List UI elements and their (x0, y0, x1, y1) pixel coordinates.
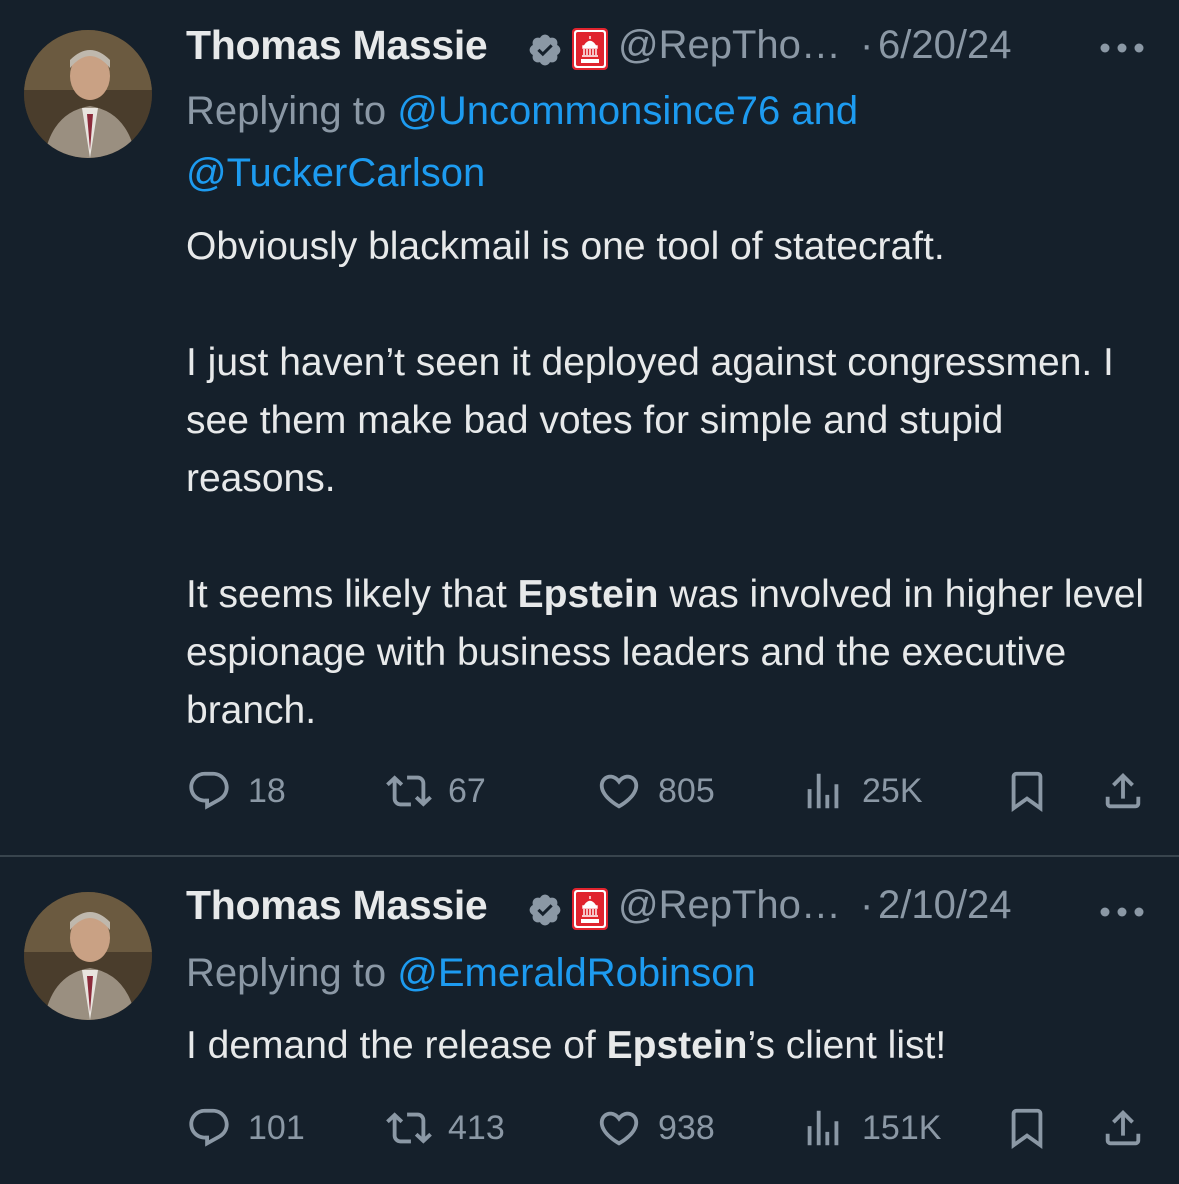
avatar-portrait-image (24, 30, 152, 158)
tweet-paragraph-2: I just haven’t seen it deployed against … (186, 341, 1114, 500)
author-handle[interactable]: @RepTho… (618, 23, 841, 68)
replying-to: Replying to @EmeraldRobinson (186, 942, 1146, 1004)
views-bars-icon (807, 1110, 839, 1146)
reply-bubble-icon (189, 771, 229, 810)
heart-icon (599, 774, 639, 809)
separator-dot: · (860, 23, 874, 67)
repost-button[interactable]: 67 (386, 766, 486, 816)
bookmark-button[interactable] (1004, 766, 1050, 816)
tweet-date[interactable]: 2/10/24 (878, 883, 1011, 928)
like-count: 938 (658, 1108, 715, 1147)
views-button[interactable]: 151K (800, 1103, 941, 1153)
bookmark-button[interactable] (1004, 1103, 1050, 1153)
avatar[interactable] (24, 892, 152, 1020)
replying-prefix: Replying to (186, 89, 398, 133)
tweet-paragraph-1: Obviously blackmail is one tool of state… (186, 225, 945, 268)
reply-count: 18 (248, 771, 286, 810)
author-name[interactable]: Thomas Massie (186, 882, 488, 929)
mention-joiner[interactable]: and (780, 89, 858, 133)
share-button[interactable] (1100, 766, 1146, 816)
views-bars-icon (807, 773, 839, 809)
house-gop-affiliate-icon[interactable] (572, 888, 608, 930)
highlighted-keyword: Epstein (606, 1024, 748, 1067)
reply-count: 101 (248, 1108, 305, 1147)
tweet-body: Obviously blackmail is one tool of state… (186, 218, 1146, 740)
reply-button[interactable]: 101 (186, 1103, 305, 1153)
tweet-2[interactable]: Thomas Massie @RepTho… · 2/10/24 Replyin… (0, 857, 1179, 1184)
avatar-portrait-image (24, 892, 152, 1020)
bookmark-icon (1011, 1108, 1043, 1149)
tweet-body: I demand the release of Epstein’s client… (186, 1017, 1146, 1075)
like-count: 805 (658, 771, 715, 810)
share-button[interactable] (1100, 1103, 1146, 1153)
more-dots-icon[interactable] (1099, 906, 1145, 918)
tweet-actions: 18 67 805 25K (186, 766, 1156, 816)
verified-badge-icon (527, 32, 563, 68)
paragraph-text: I demand the release of (186, 1024, 607, 1067)
tweet-paragraph-1: I demand the release of Epstein’s client… (186, 1017, 1146, 1075)
views-count: 25K (862, 771, 923, 810)
share-upload-icon (1105, 1109, 1141, 1146)
share-upload-icon (1105, 772, 1141, 809)
tweet-date[interactable]: 6/20/24 (878, 23, 1011, 68)
bookmark-icon (1011, 771, 1043, 812)
author-handle[interactable]: @RepTho… (618, 883, 841, 928)
house-gop-affiliate-icon[interactable] (572, 28, 608, 70)
tweet-actions: 101 413 938 151K (186, 1103, 1156, 1153)
repost-button[interactable]: 413 (386, 1103, 505, 1153)
reply-bubble-icon (189, 1108, 229, 1147)
repost-count: 413 (448, 1108, 505, 1147)
replying-to: Replying to @Uncommonsince76 and @Tucker… (186, 80, 1146, 204)
paragraph-text: ’s client list! (747, 1024, 947, 1067)
mention-link-tuckercarlson[interactable]: @TuckerCarlson (186, 151, 485, 195)
like-button[interactable]: 805 (596, 766, 715, 816)
highlighted-keyword: Epstein (517, 573, 659, 616)
tweet-paragraph-3: It seems likely that Epstein was involve… (186, 566, 1146, 740)
avatar[interactable] (24, 30, 152, 158)
verified-badge-icon (527, 892, 563, 928)
paragraph-text: It seems likely that (186, 573, 518, 616)
like-button[interactable]: 938 (596, 1103, 715, 1153)
views-count: 151K (862, 1108, 942, 1147)
more-dots-icon[interactable] (1099, 42, 1145, 54)
separator-dot: · (860, 883, 874, 927)
author-name[interactable]: Thomas Massie (186, 22, 488, 69)
reply-button[interactable]: 18 (186, 766, 286, 816)
repost-arrows-icon (386, 1112, 432, 1144)
replying-prefix: Replying to (186, 951, 398, 995)
tweet-1[interactable]: Thomas Massie @RepTho… · 6/20/24 Replyin… (0, 0, 1179, 856)
views-button[interactable]: 25K (800, 766, 923, 816)
mention-link-emeraldrobinson[interactable]: @EmeraldRobinson (397, 951, 756, 995)
repost-count: 67 (448, 771, 486, 810)
heart-icon (599, 1111, 639, 1146)
mention-link-uncommonsince76[interactable]: @Uncommonsince76 (397, 89, 780, 133)
repost-arrows-icon (386, 775, 432, 807)
